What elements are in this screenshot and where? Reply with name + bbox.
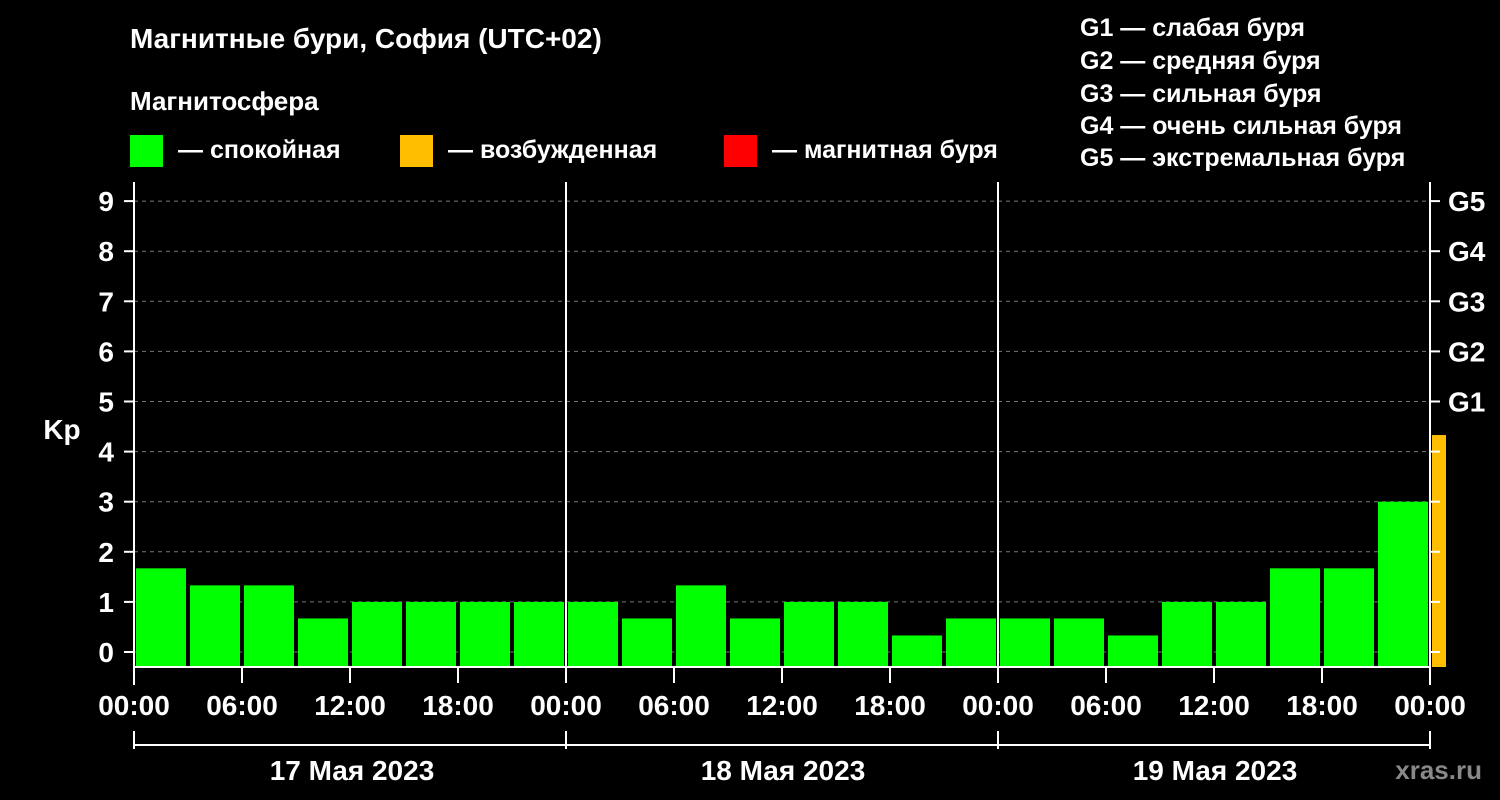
x-tick-label-8: 00:00 — [962, 690, 1034, 721]
kp-bar-3 — [244, 585, 294, 667]
kp-bar-14 — [838, 601, 888, 667]
kp-bar-23 — [1324, 568, 1374, 667]
right-tick-label-g2: G2 — [1448, 336, 1485, 367]
legend-title: Магнитосфера — [130, 86, 319, 116]
kp-bar-21 — [1216, 601, 1266, 667]
kp-bar-17 — [1000, 618, 1050, 667]
y-tick-label-6: 6 — [98, 336, 114, 367]
x-tick-label-11: 18:00 — [1286, 690, 1358, 721]
y-tick-label-5: 5 — [98, 387, 114, 418]
y-tick-label-3: 3 — [98, 487, 114, 518]
kp-bar-8 — [514, 601, 564, 667]
kp-bar-24 — [1378, 501, 1428, 667]
legend-swatch-storm — [724, 135, 757, 167]
kp-bar-9 — [568, 601, 618, 667]
kp-bar-6 — [406, 601, 456, 667]
date-label-17: 17 Мая 2023 — [270, 755, 435, 786]
storm-scale-g2: G2 — средняя буря — [1080, 47, 1321, 75]
kp-bar-12 — [730, 618, 780, 667]
kp-bar-15 — [892, 635, 942, 667]
y-axis-label: Kp — [43, 414, 80, 445]
legend-swatch-active — [400, 135, 433, 167]
x-tick-label-3: 18:00 — [422, 690, 494, 721]
x-tick-label-10: 12:00 — [1178, 690, 1250, 721]
kp-bar-7 — [460, 601, 510, 667]
date-label-19: 19 Мая 2023 — [1133, 755, 1298, 786]
y-tick-label-4: 4 — [98, 437, 114, 468]
y-tick-label-8: 8 — [98, 236, 114, 267]
kp-bar-2 — [190, 585, 240, 667]
chart-title: Магнитные бури, София (UTC+02) — [130, 23, 602, 54]
kp-bar-10 — [622, 618, 672, 667]
x-tick-label-1: 06:00 — [206, 690, 278, 721]
right-tick-label-g1: G1 — [1448, 387, 1485, 418]
storm-scale-g1: G1 — слабая буря — [1080, 14, 1305, 42]
storm-scale-g3: G3 — сильная буря — [1080, 80, 1322, 108]
x-tick-label-9: 06:00 — [1070, 690, 1142, 721]
kp-bar-20 — [1162, 601, 1212, 667]
magnetic-storm-chart: Магнитные бури, София (UTC+02) Магнитосф… — [43, 14, 1486, 786]
date-label-18: 18 Мая 2023 — [701, 755, 866, 786]
kp-bar-4 — [298, 618, 348, 667]
y-tick-label-2: 2 — [98, 537, 114, 568]
kp-bar-22 — [1270, 568, 1320, 667]
right-tick-label-g3: G3 — [1448, 286, 1485, 317]
bars-layer — [136, 435, 1446, 667]
legend-swatch-calm — [130, 135, 163, 167]
storm-scale-g5: G5 — экстремальная буря — [1080, 144, 1405, 172]
storm-scale-g4: G4 — очень сильная буря — [1080, 112, 1402, 140]
kp-bar-13 — [784, 601, 834, 667]
x-tick-label-12: 00:00 — [1394, 690, 1466, 721]
legend-label-active: — возбужденная — [448, 136, 657, 164]
kp-bar-1 — [136, 568, 186, 667]
x-tick-label-5: 06:00 — [638, 690, 710, 721]
kp-bar-11 — [676, 585, 726, 667]
x-tick-label-7: 18:00 — [854, 690, 926, 721]
legend-label-storm: — магнитная буря — [772, 136, 998, 164]
kp-bar-16 — [946, 618, 996, 667]
right-tick-label-g5: G5 — [1448, 186, 1485, 217]
kp-bar-19 — [1108, 635, 1158, 667]
x-tick-label-4: 00:00 — [530, 690, 602, 721]
x-tick-label-6: 12:00 — [746, 690, 818, 721]
x-tick-label-2: 12:00 — [314, 690, 386, 721]
right-tick-label-g4: G4 — [1448, 236, 1486, 267]
y-tick-label-7: 7 — [98, 286, 114, 317]
y-tick-label-9: 9 — [98, 186, 114, 217]
grid-layer — [134, 200, 1430, 653]
x-tick-label-0: 00:00 — [98, 690, 170, 721]
y-tick-label-0: 0 — [98, 637, 114, 668]
kp-bar-5 — [352, 601, 402, 667]
watermark: xras.ru — [1395, 755, 1482, 785]
y-tick-label-1: 1 — [98, 587, 114, 618]
kp-bar-18 — [1054, 618, 1104, 667]
legend-label-calm: — спокойная — [178, 136, 341, 164]
